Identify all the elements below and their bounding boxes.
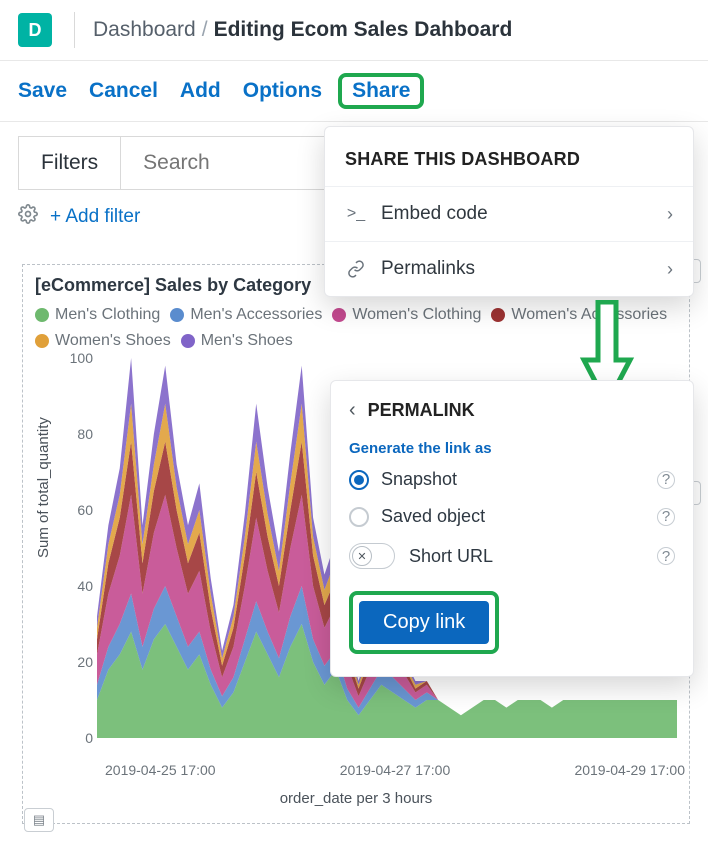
legend-item[interactable]: Men's Shoes [181, 332, 293, 350]
generate-link-label: Generate the link as [349, 440, 675, 457]
legend-dot-icon [35, 308, 49, 322]
y-ticks: 100 80 60 40 20 0 [63, 358, 93, 738]
share-item-embed[interactable]: >_ Embed code › [325, 186, 693, 241]
short-url-label: Short URL [409, 546, 643, 567]
save-button[interactable]: Save [18, 79, 67, 103]
radio-saved-object[interactable]: Saved object ? [349, 506, 675, 527]
y-tick: 80 [77, 426, 93, 442]
y-tick: 100 [70, 350, 93, 366]
x-tick: 2019-04-29 17:00 [574, 762, 685, 778]
breadcrumb-current: Editing Ecom Sales Dahboard [214, 18, 513, 42]
radio-icon [349, 470, 369, 490]
breadcrumb: D Dashboard / Editing Ecom Sales Dahboar… [0, 0, 708, 61]
legend-item[interactable]: Men's Clothing [35, 306, 160, 324]
legend-label: Women's Clothing [352, 306, 481, 324]
radio-icon [349, 507, 369, 527]
toggle-knob-icon: ✕ [352, 546, 372, 566]
cancel-button[interactable]: Cancel [89, 79, 158, 103]
filters-tab[interactable]: Filters [18, 136, 121, 190]
toolbar: Save Cancel Add Options Share [0, 61, 708, 122]
y-tick: 40 [77, 578, 93, 594]
legend-toggle-icon[interactable]: ▤ [24, 808, 54, 832]
share-item-label: Embed code [381, 203, 653, 225]
copy-link-button[interactable]: Copy link [359, 601, 489, 644]
share-item-permalinks[interactable]: Permalinks › [325, 241, 693, 296]
legend-label: Men's Shoes [201, 332, 293, 350]
legend-item[interactable]: Women's Clothing [332, 306, 481, 324]
link-icon [345, 260, 367, 278]
legend-dot-icon [181, 334, 195, 348]
legend-label: Men's Accessories [190, 306, 322, 324]
x-tick: 2019-04-25 17:00 [105, 762, 216, 778]
legend-label: Women's Shoes [55, 332, 171, 350]
add-button[interactable]: Add [180, 79, 221, 103]
back-button[interactable]: ‹ [349, 399, 356, 422]
y-tick: 20 [77, 654, 93, 670]
y-axis-label: Sum of total_quantity [35, 417, 52, 558]
short-url-toggle[interactable]: ✕ [349, 543, 395, 569]
legend-dot-icon [170, 308, 184, 322]
share-item-label: Permalinks [381, 258, 653, 280]
legend-label: Men's Clothing [55, 306, 160, 324]
add-filter-button[interactable]: + Add filter [50, 206, 140, 228]
help-icon[interactable]: ? [657, 508, 675, 526]
x-axis-label: order_date per 3 hours [35, 790, 677, 807]
legend-dot-icon [491, 308, 505, 322]
share-button[interactable]: Share [352, 79, 410, 103]
annotation-highlight-share: Share [338, 73, 424, 109]
x-ticks: 2019-04-25 17:00 2019-04-27 17:00 2019-0… [105, 762, 685, 778]
radio-label: Snapshot [381, 469, 645, 490]
permalink-panel: ‹ PERMALINK Generate the link as Snapsho… [330, 380, 694, 677]
y-tick: 0 [85, 730, 93, 746]
legend-item[interactable]: Men's Accessories [170, 306, 322, 324]
radio-snapshot[interactable]: Snapshot ? [349, 469, 675, 490]
help-icon[interactable]: ? [657, 471, 675, 489]
share-panel-title: SHARE THIS DASHBOARD [325, 127, 693, 186]
x-tick: 2019-04-27 17:00 [340, 762, 451, 778]
chevron-right-icon: › [667, 259, 673, 280]
gear-icon[interactable] [18, 204, 38, 229]
breadcrumb-root[interactable]: Dashboard [93, 18, 196, 42]
app-badge[interactable]: D [18, 13, 52, 47]
legend-dot-icon [35, 334, 49, 348]
divider [74, 12, 75, 48]
help-icon[interactable]: ? [657, 547, 675, 565]
breadcrumb-sep: / [202, 18, 208, 42]
y-tick: 60 [77, 502, 93, 518]
legend-item[interactable]: Women's Shoes [35, 332, 171, 350]
legend-dot-icon [332, 308, 346, 322]
annotation-highlight-copy: Copy link [349, 591, 499, 654]
terminal-icon: >_ [345, 205, 367, 223]
chevron-right-icon: › [667, 204, 673, 225]
share-panel: SHARE THIS DASHBOARD >_ Embed code › Per… [324, 126, 694, 297]
permalink-title: PERMALINK [368, 400, 475, 421]
radio-label: Saved object [381, 506, 645, 527]
short-url-row: ✕ Short URL ? [349, 543, 675, 569]
options-button[interactable]: Options [243, 79, 322, 103]
